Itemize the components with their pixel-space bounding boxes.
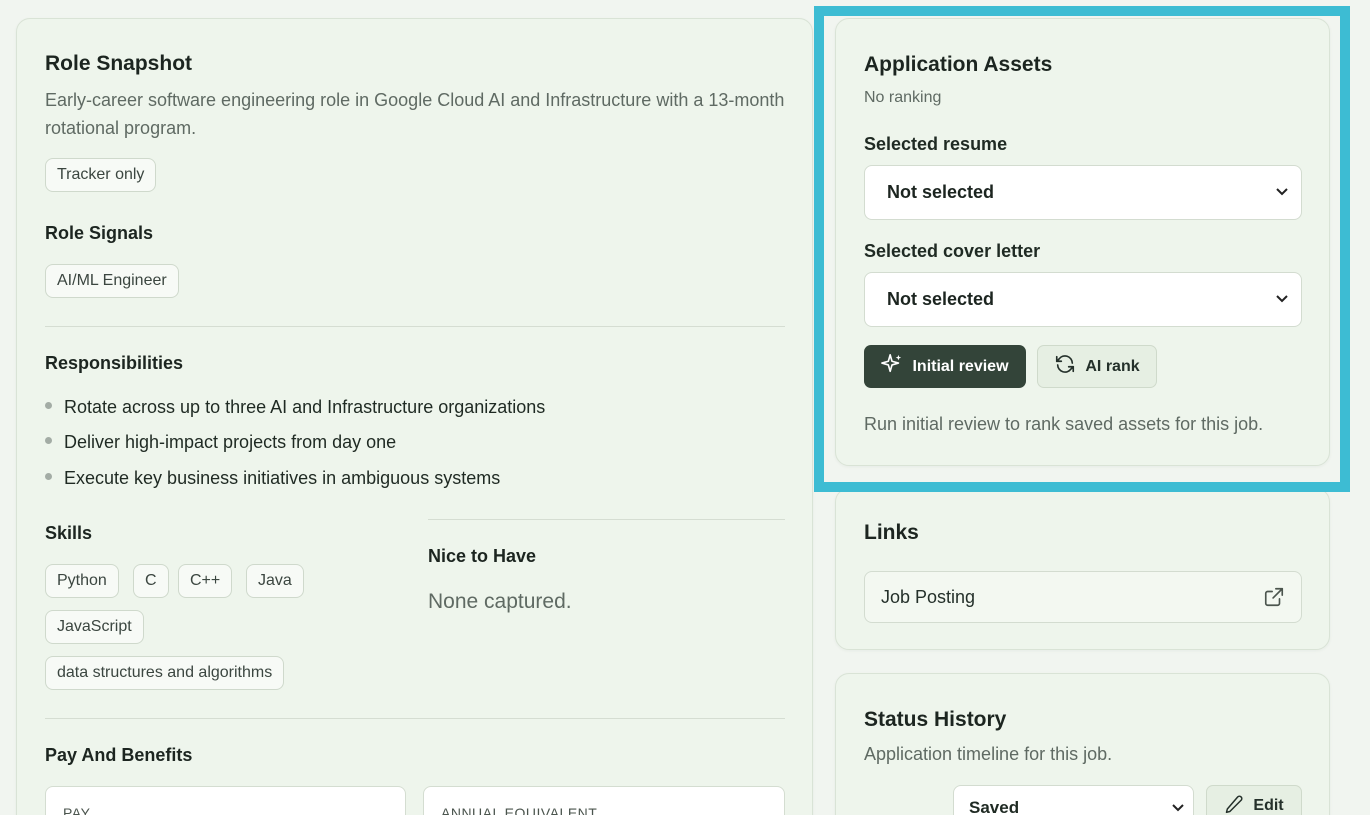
status-history-subtitle: Application timeline for this job. [864, 744, 1113, 764]
resume-select[interactable]: Not selected [864, 165, 1302, 220]
skill-chip: C++ [178, 564, 233, 598]
list-item: Rotate across up to three AI and Infrast… [45, 397, 545, 418]
edit-status-button[interactable]: Edit [1206, 785, 1302, 815]
bullet-icon [45, 473, 52, 480]
role-signal-chip: AI/ML Engineer [45, 264, 179, 298]
skill-chip: JavaScript [45, 610, 144, 644]
list-item: Deliver high-impact projects from day on… [45, 432, 396, 453]
pay-benefits-title: Pay And Benefits [45, 745, 193, 765]
refresh-icon [1054, 353, 1076, 380]
divider [45, 718, 785, 719]
role-snapshot-title: Role Snapshot [45, 52, 193, 75]
assets-hint: Run initial review to rank saved assets … [864, 414, 1264, 434]
skills-title: Skills [45, 523, 93, 543]
chevron-down-icon [1275, 166, 1289, 241]
status-history-title: Status History [864, 708, 1007, 731]
pay-box: PAY [45, 786, 406, 815]
divider [428, 519, 785, 520]
job-posting-link[interactable]: Job Posting [864, 571, 1302, 623]
initial-review-button[interactable]: Initial review [864, 345, 1026, 388]
role-snapshot-description: Early-career software engineering role i… [45, 90, 785, 138]
tracker-only-badge: Tracker only [45, 158, 157, 192]
selected-cover-letter-label: Selected cover letter [864, 241, 1041, 261]
role-signals-title: Role Signals [45, 223, 154, 243]
pencil-icon [1224, 794, 1244, 815]
cover-letter-select-value: Not selected [887, 289, 995, 309]
responsibilities-title: Responsibilities [45, 353, 184, 373]
pay-label: PAY [63, 805, 91, 815]
annual-equivalent-label: ANNUAL EQUIVALENT [441, 805, 598, 815]
skill-chip: Python [45, 564, 119, 598]
application-assets-title: Application Assets [864, 53, 1053, 76]
chevron-down-icon [1275, 273, 1289, 348]
ranking-status: No ranking [864, 89, 942, 106]
divider [45, 326, 785, 327]
selected-resume-label: Selected resume [864, 134, 1008, 154]
sparkle-icon [881, 353, 903, 380]
links-title: Links [864, 521, 919, 544]
skill-chip: Java [246, 564, 304, 598]
responsibility-text: Deliver high-impact projects from day on… [64, 432, 397, 452]
responsibility-text: Rotate across up to three AI and Infrast… [64, 397, 546, 417]
nice-to-have-title: Nice to Have [428, 546, 537, 566]
responsibility-text: Execute key business initiatives in ambi… [64, 468, 501, 488]
application-assets-card: Application Assets No ranking Selected r… [835, 18, 1330, 466]
skill-chip: C [133, 564, 169, 598]
initial-review-label: Initial review [912, 357, 1009, 375]
chevron-down-icon [1171, 800, 1185, 815]
list-item: Execute key business initiatives in ambi… [45, 468, 500, 489]
edit-label: Edit [1253, 797, 1284, 814]
status-history-card: Status History Application timeline for … [835, 673, 1330, 815]
status-select-value: Saved [969, 798, 1020, 815]
nice-to-have-empty: None captured. [428, 590, 572, 613]
external-link-icon [1263, 586, 1285, 613]
links-card: Links Job Posting [835, 488, 1330, 650]
bullet-icon [45, 402, 52, 409]
bullet-icon [45, 437, 52, 444]
job-posting-label: Job Posting [881, 587, 976, 607]
ai-rank-button[interactable]: AI rank [1037, 345, 1157, 388]
annual-equivalent-box: ANNUAL EQUIVALENT [423, 786, 785, 815]
skill-chip: data structures and algorithms [45, 656, 285, 690]
resume-select-value: Not selected [887, 182, 995, 202]
ai-rank-label: AI rank [1085, 357, 1140, 375]
cover-letter-select[interactable]: Not selected [864, 272, 1302, 327]
status-select[interactable]: Saved [953, 785, 1194, 815]
